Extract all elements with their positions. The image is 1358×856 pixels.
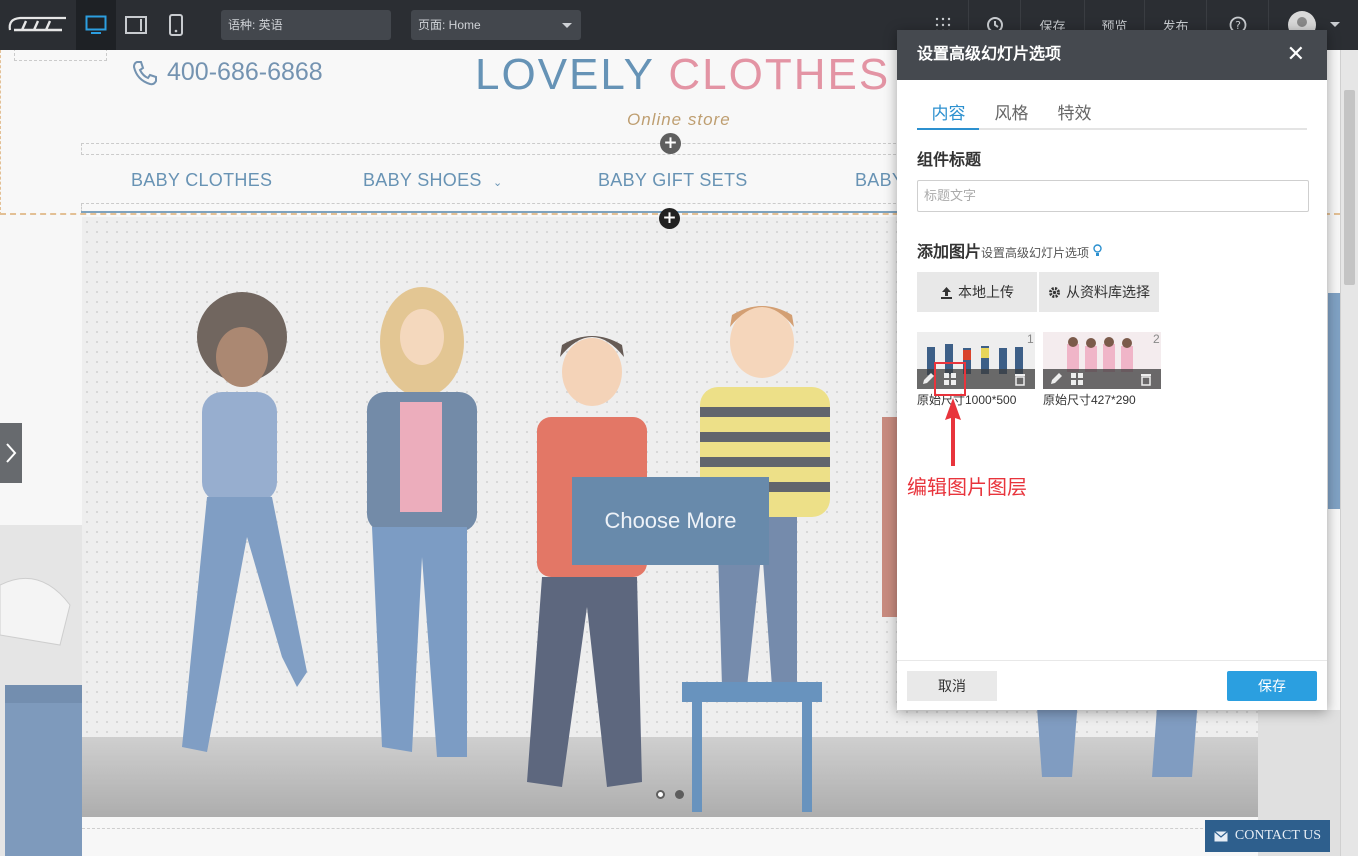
contact-us-label: CONTACT US <box>1234 828 1322 843</box>
mobile-view-button[interactable] <box>156 0 196 50</box>
add-image-label: 添加图片设置高级幻灯片选项 <box>917 238 1103 262</box>
annotation-highlight-box <box>934 362 966 396</box>
scrollbar-thumb[interactable] <box>1344 90 1355 285</box>
pencil-icon[interactable] <box>1049 372 1063 386</box>
gear-icon <box>1049 286 1060 298</box>
image-thumbnail-2[interactable] <box>1043 332 1161 389</box>
add-image-heading: 添加图片 <box>917 244 982 261</box>
page-select-value: 页面: Home <box>418 18 481 32</box>
thumbnail-index-1: 1 <box>1027 332 1034 346</box>
contact-us-button[interactable]: CONTACT US <box>1205 820 1330 852</box>
page-select[interactable]: 页面: Home <box>411 10 581 40</box>
desktop-icon <box>85 15 107 34</box>
annotation-arrow-icon <box>945 398 961 466</box>
upload-icon <box>941 286 952 299</box>
pencil-icon[interactable] <box>921 372 935 386</box>
mobile-icon <box>169 14 183 36</box>
cancel-button[interactable]: 取消 <box>907 671 997 701</box>
add-section-icon[interactable]: + <box>659 208 680 229</box>
chevron-down-icon <box>1329 22 1340 27</box>
dialog-title: 设置高级幻灯片选项 <box>917 46 1062 63</box>
save-button[interactable]: 保存 <box>1227 671 1317 701</box>
trash-icon[interactable] <box>1139 372 1153 386</box>
tab-style[interactable]: 风格 <box>980 102 1043 128</box>
layers-icon[interactable] <box>1070 372 1084 386</box>
upload-local-button[interactable]: 本地上传 <box>917 272 1037 312</box>
tablet-view-button[interactable] <box>116 0 156 50</box>
upload-local-label: 本地上传 <box>958 284 1014 300</box>
thumbnail-caption-2: 原始尺寸427*290 <box>1043 393 1136 407</box>
envelope-icon <box>1214 830 1228 841</box>
thumbnail-caption-1: 原始尺寸1000*500 <box>917 393 1017 407</box>
tab-effects[interactable]: 特效 <box>1043 102 1106 128</box>
choose-from-library-button[interactable]: 从资料库选择 <box>1039 272 1159 312</box>
component-title-input[interactable] <box>917 180 1309 212</box>
choose-from-library-label: 从资料库选择 <box>1066 284 1150 300</box>
annotation-label: 编辑图片图层 <box>907 475 1027 499</box>
desktop-view-button[interactable] <box>76 0 116 50</box>
trash-icon[interactable] <box>1013 372 1027 386</box>
dialog-header: 设置高级幻灯片选项 ✕ <box>897 30 1327 80</box>
tab-content[interactable]: 内容 <box>917 102 980 130</box>
language-select[interactable]: 语种: 英语 <box>221 10 391 40</box>
chevron-down-icon <box>562 23 572 28</box>
logo-icon <box>8 16 66 32</box>
close-icon[interactable]: ✕ <box>1287 30 1305 80</box>
page-scrollbar[interactable] <box>1340 50 1358 856</box>
dialog-tabs: 内容 风格 特效 <box>917 102 1307 130</box>
dialog-footer: 取消 保存 <box>897 660 1327 710</box>
tablet-icon <box>125 16 147 34</box>
app-logo[interactable] <box>6 13 70 40</box>
lightbulb-icon <box>1093 244 1103 256</box>
add-image-hint: 设置高级幻灯片选项 <box>981 246 1090 260</box>
thumbnail-index-2: 2 <box>1153 332 1160 346</box>
component-title-label: 组件标题 <box>917 152 982 169</box>
